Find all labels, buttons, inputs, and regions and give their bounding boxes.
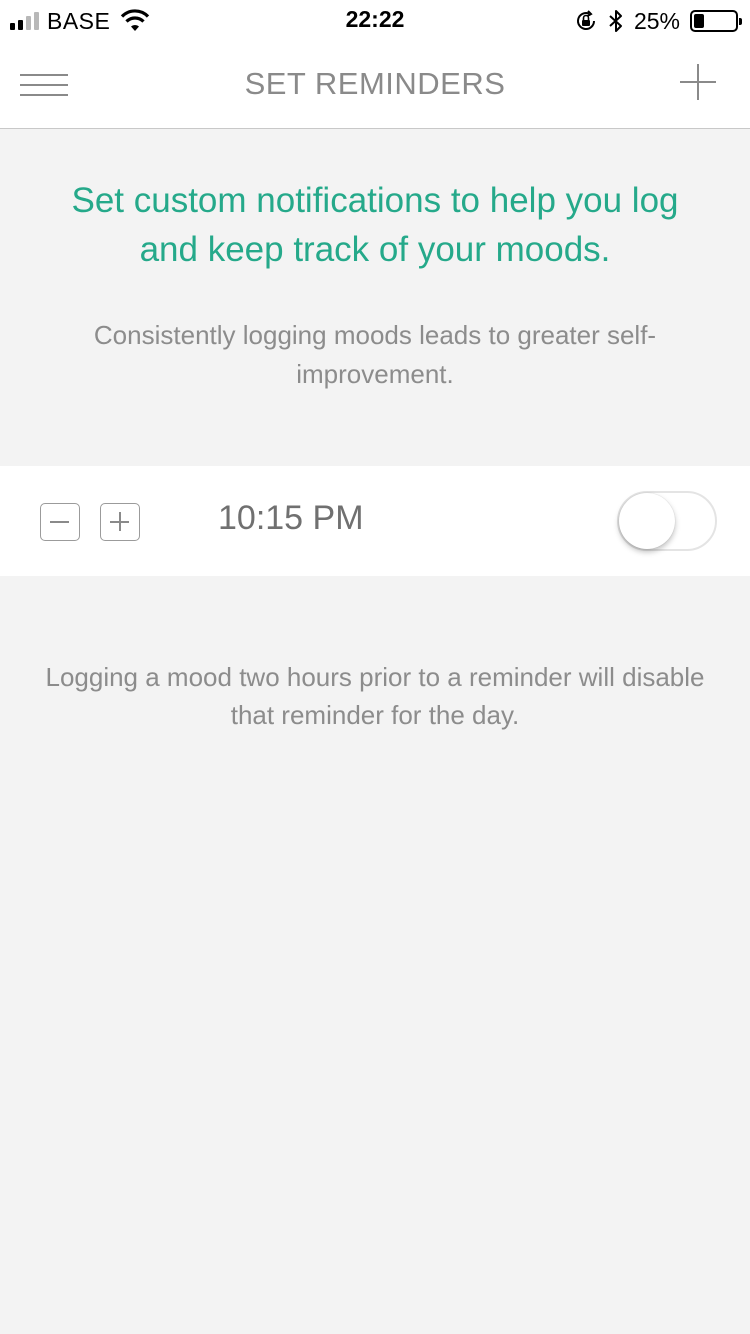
cellular-signal-icon [10,12,39,30]
reminder-row: 10:15 PM [0,466,750,576]
reminder-toggle[interactable] [617,491,717,551]
status-right: 25% [574,6,742,36]
page-title: SET REMINDERS [244,66,506,101]
battery-icon [690,10,742,32]
reminder-time[interactable]: 10:15 PM [218,499,364,538]
footnote-text: Logging a mood two hours prior to a remi… [45,662,705,730]
bluetooth-icon [609,10,622,32]
navigation-bar: SET REMINDERS [0,40,750,129]
toggle-knob [619,493,675,549]
wifi-icon [121,9,150,31]
intro-headline: Set custom notifications to help you log… [71,181,679,269]
decrease-time-button[interactable] [40,503,80,541]
status-bar: BASE 22:22 25% [0,0,750,40]
add-reminder-button[interactable] [680,62,720,102]
carrier-name: BASE [47,7,111,34]
intro-subtext: Consistently logging moods leads to grea… [93,320,657,389]
status-left: BASE [10,6,150,36]
increase-time-button[interactable] [100,503,140,541]
hamburger-menu-icon[interactable] [14,62,72,106]
orientation-lock-icon [576,10,595,30]
battery-percent: 25% [633,7,680,34]
